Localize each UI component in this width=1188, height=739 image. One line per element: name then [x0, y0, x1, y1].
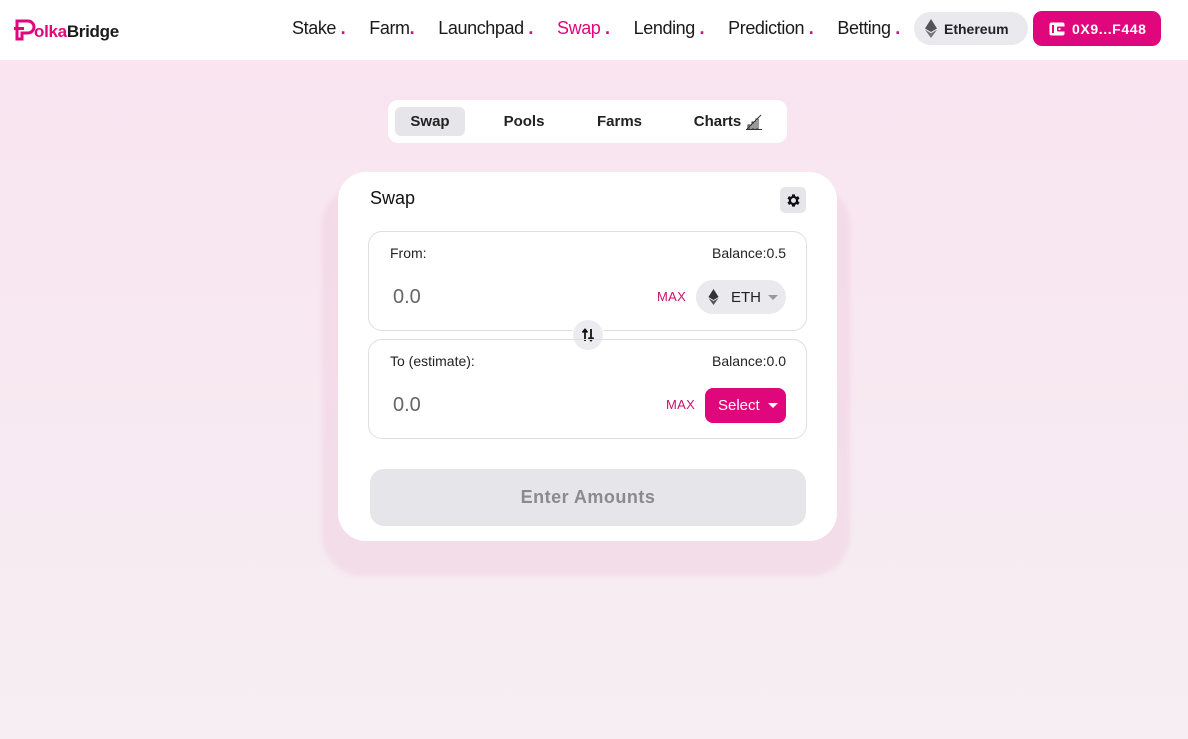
gear-icon	[786, 193, 800, 207]
to-token-select[interactable]: Select	[705, 388, 786, 423]
network-button[interactable]: Ethereum	[914, 12, 1028, 45]
logo-text-prefix: olka	[34, 22, 67, 41]
nav-item-launchpad[interactable]: Launchpad .	[438, 18, 533, 39]
to-token-label: Select	[718, 397, 760, 414]
chevron-down-icon	[768, 403, 778, 408]
to-balance: Balance:0.0	[712, 353, 786, 369]
chart-icon	[746, 114, 763, 130]
nav-item-swap[interactable]: Swap .	[557, 18, 610, 39]
chevron-down-icon	[768, 295, 778, 300]
ethereum-icon	[708, 289, 719, 305]
from-panel: From: Balance:0.5 MAX ETH	[368, 231, 807, 331]
swap-card: Swap From: Balance:0.5 MAX ETH To (estim…	[338, 172, 837, 541]
top-navbar: olkaBridge Stake . Farm. Launchpad . Swa…	[0, 0, 1188, 60]
from-max-button[interactable]: MAX	[657, 289, 686, 304]
enter-amounts-button[interactable]: Enter Amounts	[370, 469, 806, 526]
polkabridge-logo[interactable]: olkaBridge	[14, 16, 119, 44]
network-label: Ethereum	[944, 20, 1009, 37]
to-label: To (estimate):	[390, 353, 475, 369]
nav-item-betting[interactable]: Betting .	[837, 18, 900, 39]
tab-swap[interactable]: Swap	[395, 107, 465, 136]
from-token-select[interactable]: ETH	[696, 280, 786, 314]
nav-item-farm[interactable]: Farm.	[369, 18, 414, 39]
main-nav: Stake . Farm. Launchpad . Swap . Lending…	[292, 18, 900, 39]
nav-item-prediction[interactable]: Prediction .	[728, 18, 814, 39]
to-max-button[interactable]: MAX	[666, 397, 695, 412]
wallet-address: 0X9...F448	[1072, 20, 1147, 37]
swap-card-title: Swap	[370, 188, 416, 208]
from-token-label: ETH	[731, 288, 761, 306]
settings-button[interactable]	[780, 187, 806, 213]
swap-tabs: Swap Pools Farms Charts	[388, 100, 787, 143]
from-balance: Balance:0.5	[712, 245, 786, 261]
from-label: From:	[390, 245, 427, 261]
nav-item-stake[interactable]: Stake .	[292, 18, 346, 39]
wallet-button[interactable]: 0X9...F448	[1033, 11, 1161, 46]
nav-item-lending[interactable]: Lending .	[634, 18, 705, 39]
wallet-icon	[1049, 22, 1065, 35]
ethereum-icon	[925, 19, 937, 38]
tab-charts[interactable]: Charts	[688, 107, 768, 136]
to-amount-input[interactable]	[383, 390, 623, 420]
to-panel: To (estimate): Balance:0.0 MAX Select	[368, 339, 807, 439]
from-amount-input[interactable]	[383, 282, 623, 312]
logo-text-suffix: Bridge	[66, 22, 119, 41]
tab-farms[interactable]: Farms	[583, 107, 656, 136]
tab-pools[interactable]: Pools	[488, 107, 560, 136]
